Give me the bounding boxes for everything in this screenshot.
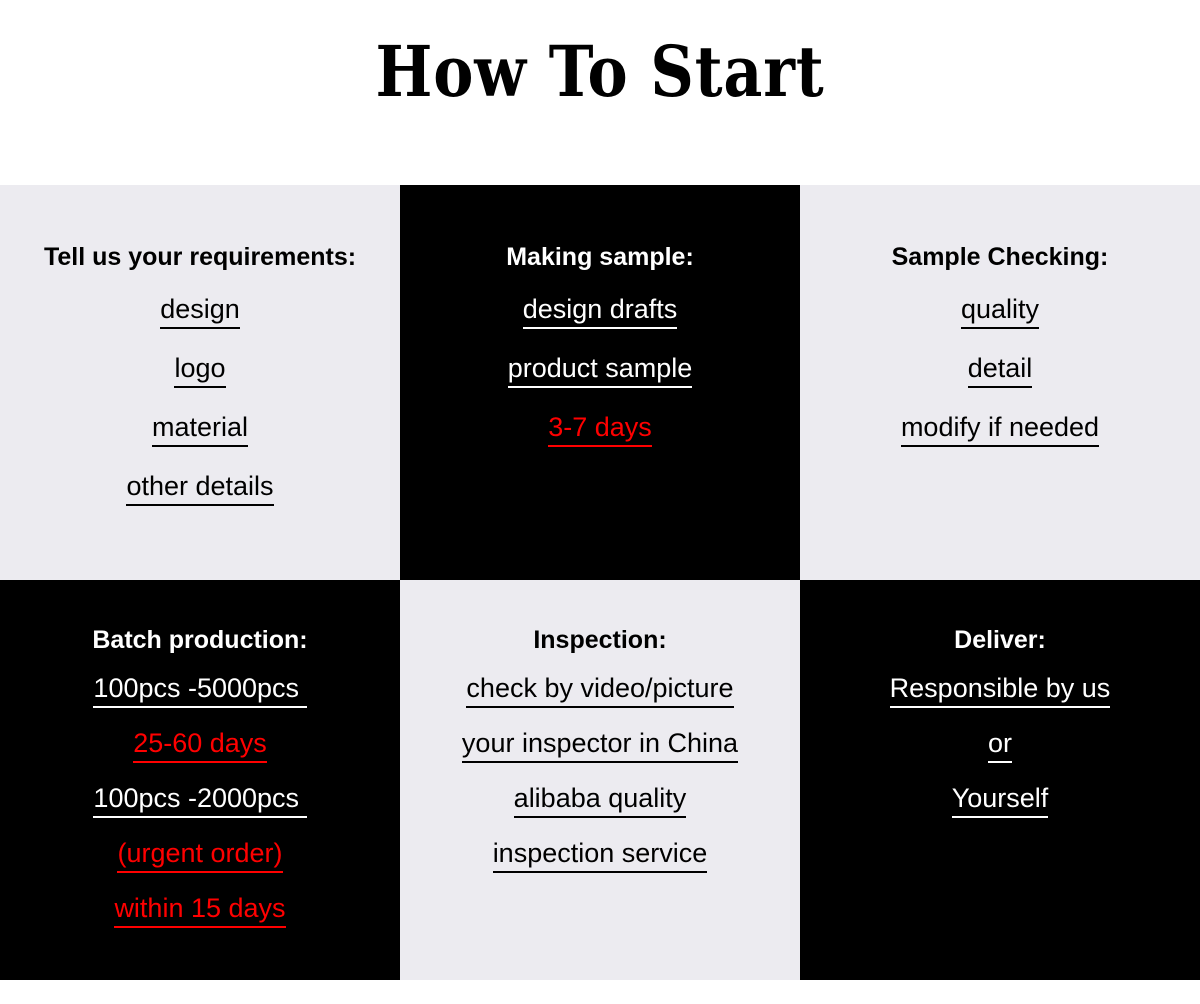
step-item: logo bbox=[174, 355, 226, 388]
step-item: design bbox=[160, 296, 240, 329]
step-item: product sample bbox=[507, 355, 693, 388]
step-item: 100pcs -5000pcs bbox=[93, 675, 307, 708]
step-item-list: design drafts product sample 3-7 days bbox=[400, 296, 800, 473]
step-item: alibaba quality bbox=[513, 785, 687, 818]
step-item: other details bbox=[126, 473, 274, 506]
step-item-list: 100pcs -5000pcs 25-60 days 100pcs -2000p… bbox=[0, 675, 400, 950]
step-item: Responsible by us bbox=[889, 675, 1111, 708]
step-item-highlighted: 25-60 days bbox=[133, 730, 267, 763]
step-heading: Deliver: bbox=[954, 626, 1046, 654]
step-item-list: Responsible by us or Yourself bbox=[800, 675, 1200, 840]
step-item-list: design logo material other details bbox=[0, 296, 400, 532]
how-to-start-infographic: How To Start Tell us your requirements: … bbox=[0, 0, 1200, 1004]
step-heading: Batch production: bbox=[92, 626, 308, 654]
step-item: 100pcs -2000pcs bbox=[93, 785, 307, 818]
step-item: check by video/picture bbox=[466, 675, 734, 708]
footer-strip bbox=[0, 980, 1200, 1004]
step-card-inspection: Inspection: check by video/picture your … bbox=[400, 580, 800, 980]
step-heading: Making sample: bbox=[506, 243, 694, 271]
step-item-list: check by video/picture your inspector in… bbox=[400, 675, 800, 895]
step-heading: Tell us your requirements: bbox=[43, 243, 357, 271]
step-item: your inspector in China bbox=[461, 730, 739, 763]
process-step-grid: Tell us your requirements: design logo m… bbox=[0, 185, 1200, 980]
step-heading: Sample Checking: bbox=[891, 243, 1109, 271]
step-card-tell-us-your-requirements: Tell us your requirements: design logo m… bbox=[0, 185, 400, 580]
step-item-highlighted: 3-7 days bbox=[548, 414, 652, 447]
step-item: detail bbox=[967, 355, 1033, 388]
title-band: How To Start bbox=[0, 0, 1200, 185]
step-card-deliver: Deliver: Responsible by us or Yourself bbox=[800, 580, 1200, 980]
step-card-batch-production: Batch production: 100pcs -5000pcs 25-60 … bbox=[0, 580, 400, 980]
step-item: quality bbox=[960, 296, 1040, 329]
step-item: material bbox=[151, 414, 249, 447]
step-item-highlighted: (urgent order) bbox=[117, 840, 283, 873]
step-card-sample-checking: Sample Checking: quality detail modify i… bbox=[800, 185, 1200, 580]
step-item: or bbox=[987, 730, 1012, 763]
step-card-making-sample: Making sample: design drafts product sam… bbox=[400, 185, 800, 580]
step-item: modify if needed bbox=[900, 414, 1100, 447]
step-item: inspection service bbox=[492, 840, 708, 873]
step-heading: Inspection: bbox=[533, 626, 667, 654]
step-item-list: quality detail modify if needed bbox=[800, 296, 1200, 473]
step-item-highlighted: within 15 days bbox=[114, 895, 286, 928]
step-item: design drafts bbox=[522, 296, 678, 329]
page-title: How To Start bbox=[375, 30, 825, 114]
step-item: Yourself bbox=[951, 785, 1049, 818]
